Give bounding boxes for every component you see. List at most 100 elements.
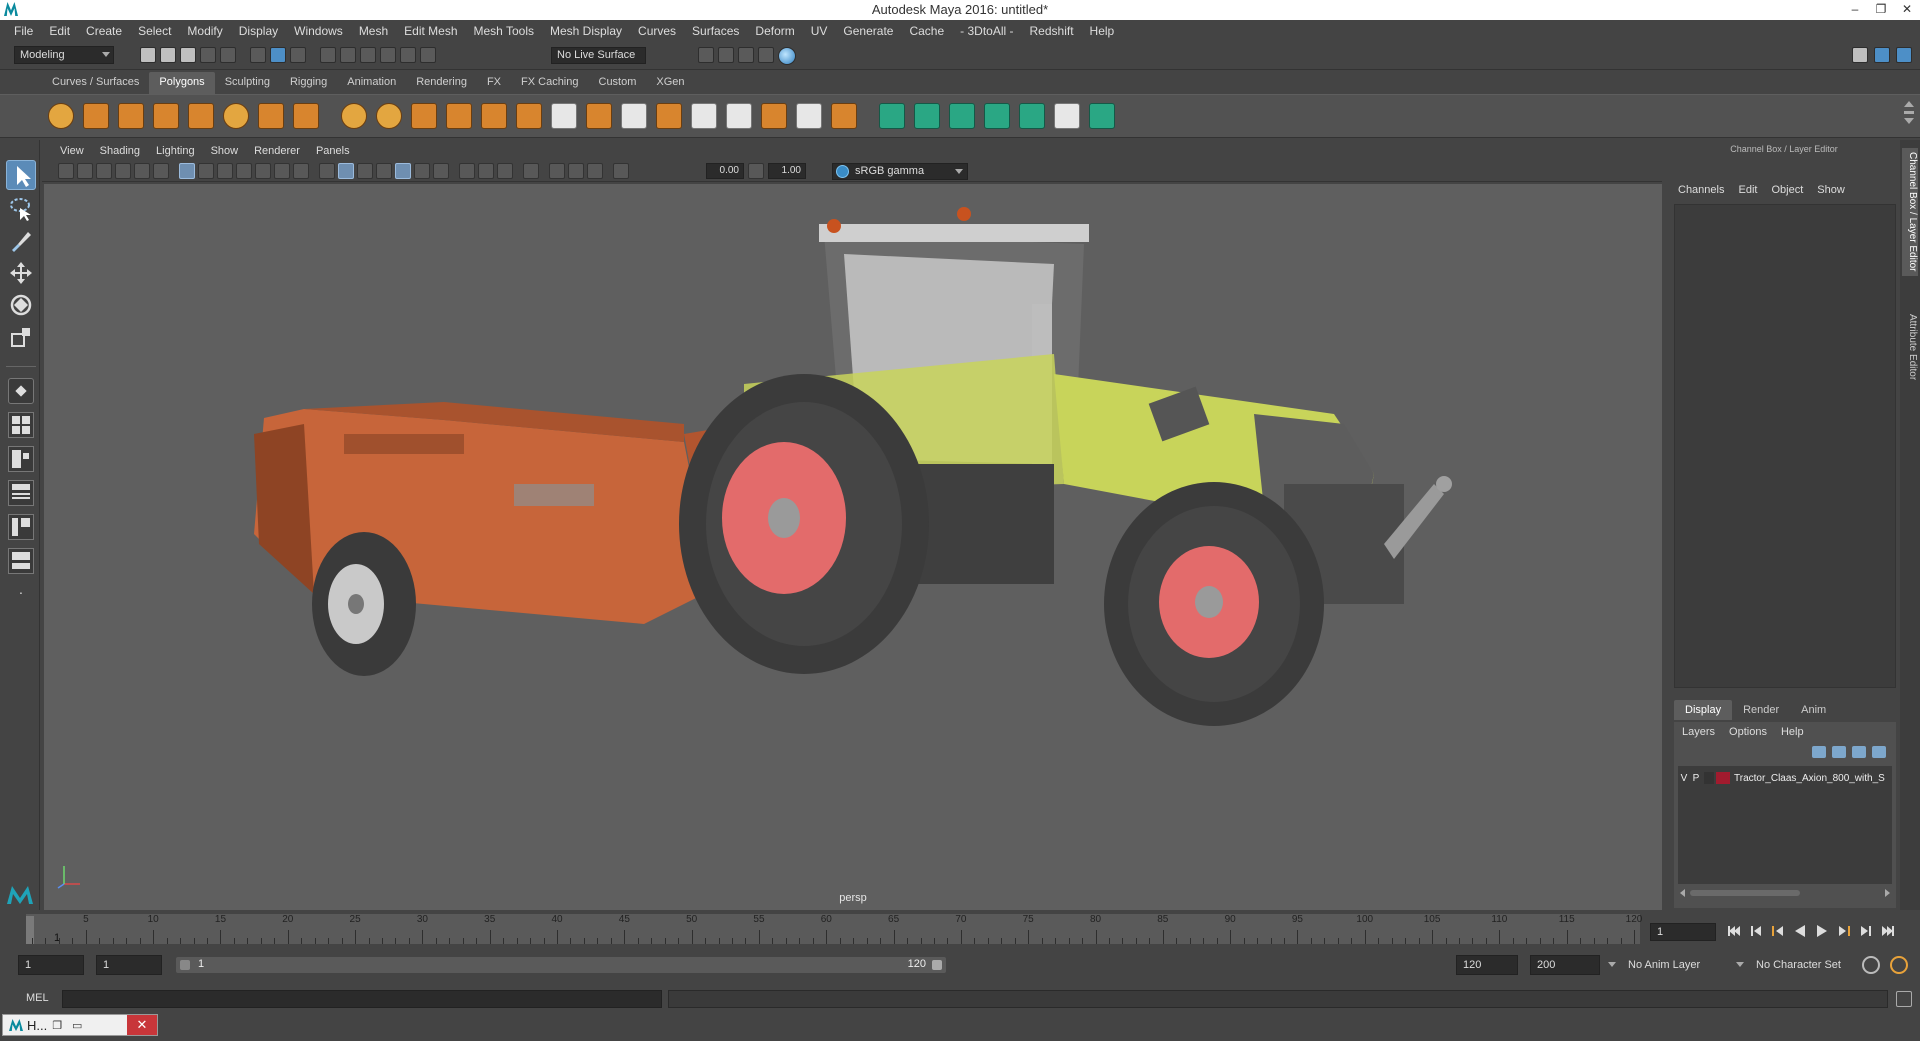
uv-checker-icon[interactable] bbox=[1054, 103, 1080, 129]
menu-set-dropdown[interactable]: Modeling bbox=[14, 46, 114, 64]
new-empty-layer-icon[interactable] bbox=[1852, 746, 1866, 758]
menu-mesh-tools[interactable]: Mesh Tools bbox=[466, 24, 542, 38]
modeling-toolkit-icon[interactable] bbox=[1852, 47, 1868, 63]
shelf-tab-animation[interactable]: Animation bbox=[337, 72, 406, 94]
image-plane-icon[interactable] bbox=[115, 163, 131, 179]
shelf-tab-custom[interactable]: Custom bbox=[589, 72, 647, 94]
play-backward-button[interactable] bbox=[1792, 923, 1808, 939]
range-end-handle[interactable] bbox=[932, 960, 942, 970]
render-settings-icon[interactable] bbox=[698, 47, 714, 63]
live-surface-field[interactable]: No Live Surface bbox=[551, 47, 646, 64]
xray-joints-icon[interactable] bbox=[587, 163, 603, 179]
anti-aliasing-icon[interactable] bbox=[497, 163, 513, 179]
motion-blur-icon[interactable] bbox=[478, 163, 494, 179]
append-polygon-icon[interactable] bbox=[761, 103, 787, 129]
help-menu[interactable]: Help bbox=[1781, 726, 1804, 738]
use-all-lights-icon[interactable] bbox=[414, 163, 430, 179]
bevel-icon[interactable] bbox=[656, 103, 682, 129]
menu-redshift[interactable]: Redshift bbox=[1022, 24, 1082, 38]
shelf-tab-rigging[interactable]: Rigging bbox=[280, 72, 337, 94]
viewport-menu-lighting[interactable]: Lighting bbox=[148, 145, 203, 157]
minimize-button[interactable]: – bbox=[1842, 0, 1868, 20]
go-to-end-button[interactable] bbox=[1880, 923, 1896, 939]
menu-surfaces[interactable]: Surfaces bbox=[684, 24, 747, 38]
animation-end-field[interactable]: 200 bbox=[1530, 955, 1600, 975]
gamma-icon[interactable] bbox=[748, 163, 764, 179]
layer-color-swatch[interactable] bbox=[1716, 772, 1730, 784]
options-menu[interactable]: Options bbox=[1729, 726, 1767, 738]
current-frame-field[interactable]: 1 bbox=[1650, 923, 1716, 941]
shelf-tab-curves-surfaces[interactable]: Curves / Surfaces bbox=[42, 72, 149, 94]
poly-pyramid-icon[interactable] bbox=[258, 103, 284, 129]
menu-curves[interactable]: Curves bbox=[630, 24, 684, 38]
smooth-icon[interactable] bbox=[446, 103, 472, 129]
poly-pipe-icon[interactable] bbox=[293, 103, 319, 129]
step-back-frame-button[interactable] bbox=[1770, 923, 1786, 939]
poly-cone-icon[interactable] bbox=[153, 103, 179, 129]
menu-cache[interactable]: Cache bbox=[901, 24, 952, 38]
step-forward-frame-button[interactable] bbox=[1836, 923, 1852, 939]
ipr-render-icon[interactable] bbox=[758, 47, 774, 63]
restore-icon[interactable]: ❐ bbox=[47, 1019, 67, 1032]
automatic-uv-icon[interactable] bbox=[984, 103, 1010, 129]
tab-render[interactable]: Render bbox=[1732, 700, 1790, 720]
four-view-layout-button[interactable] bbox=[8, 412, 34, 438]
shelf-tab-sculpting[interactable]: Sculpting bbox=[215, 72, 280, 94]
animation-preferences-icon[interactable] bbox=[1890, 956, 1908, 974]
redo-icon[interactable] bbox=[220, 47, 236, 63]
select-component-icon[interactable] bbox=[290, 47, 306, 63]
paint-select-tool[interactable] bbox=[6, 226, 36, 256]
select-hierarchy-icon[interactable] bbox=[250, 47, 266, 63]
layer-list-scrollbar[interactable] bbox=[1678, 888, 1892, 898]
exposure-field[interactable]: 0.00 bbox=[706, 163, 744, 179]
bookmarks-icon[interactable] bbox=[96, 163, 112, 179]
snap-view-plane-icon[interactable] bbox=[380, 47, 396, 63]
color-space-dropdown[interactable]: sRGB gamma bbox=[832, 163, 968, 180]
menu-select[interactable]: Select bbox=[130, 24, 179, 38]
offset-edge-loop-icon[interactable] bbox=[726, 103, 752, 129]
object-menu[interactable]: Object bbox=[1771, 184, 1803, 196]
render-frame-icon[interactable] bbox=[738, 47, 754, 63]
unfold-uv-icon[interactable] bbox=[1089, 103, 1115, 129]
resolution-gate-icon[interactable] bbox=[217, 163, 233, 179]
safe-title-icon[interactable] bbox=[293, 163, 309, 179]
shelf-scroll[interactable] bbox=[1904, 101, 1914, 133]
snap-surface-icon[interactable] bbox=[400, 47, 416, 63]
step-forward-key-button[interactable] bbox=[1858, 923, 1874, 939]
side-tab-channel-box[interactable]: Channel Box / Layer Editor bbox=[1902, 148, 1918, 276]
auto-key-icon[interactable] bbox=[1862, 956, 1880, 974]
smooth-shade-icon[interactable] bbox=[338, 163, 354, 179]
uv-editor-icon[interactable] bbox=[1019, 103, 1045, 129]
play-forward-button[interactable] bbox=[1814, 923, 1830, 939]
animation-start-field[interactable]: 1 bbox=[18, 955, 84, 975]
viewport-menu-shading[interactable]: Shading bbox=[92, 145, 148, 157]
exposure-icon[interactable] bbox=[613, 163, 629, 179]
reduce-icon[interactable] bbox=[481, 103, 507, 129]
chevron-right-icon[interactable] bbox=[1885, 889, 1890, 897]
menu-edit-mesh[interactable]: Edit Mesh bbox=[396, 24, 465, 38]
menu-generate[interactable]: Generate bbox=[835, 24, 901, 38]
new-scene-icon[interactable] bbox=[140, 47, 156, 63]
save-scene-icon[interactable] bbox=[180, 47, 196, 63]
render-view-icon[interactable] bbox=[718, 47, 734, 63]
gate-mask-icon[interactable] bbox=[236, 163, 252, 179]
range-slider[interactable]: 1 120 bbox=[176, 957, 946, 973]
menu-file[interactable]: File bbox=[6, 24, 41, 38]
wireframe-icon[interactable] bbox=[319, 163, 335, 179]
screen-space-ao-icon[interactable] bbox=[459, 163, 475, 179]
hypershade-icon[interactable] bbox=[778, 47, 796, 65]
rotate-tool[interactable] bbox=[6, 290, 36, 320]
script-editor-icon[interactable] bbox=[1896, 991, 1912, 1007]
menu-windows[interactable]: Windows bbox=[286, 24, 351, 38]
close-icon[interactable]: ✕ bbox=[127, 1015, 157, 1035]
make-live-icon[interactable] bbox=[420, 47, 436, 63]
more-layouts-icon[interactable]: · bbox=[8, 584, 34, 610]
attribute-editor-toggle-icon[interactable] bbox=[1896, 47, 1912, 63]
close-button[interactable]: ✕ bbox=[1894, 0, 1920, 20]
channels-menu[interactable]: Channels bbox=[1678, 184, 1724, 196]
fill-hole-icon[interactable] bbox=[796, 103, 822, 129]
list-item[interactable]: V P Tractor_Claas_Axion_800_with_S bbox=[1678, 770, 1892, 786]
viewport-menu-renderer[interactable]: Renderer bbox=[246, 145, 308, 157]
textured-icon[interactable] bbox=[395, 163, 411, 179]
grid-icon[interactable] bbox=[179, 163, 195, 179]
